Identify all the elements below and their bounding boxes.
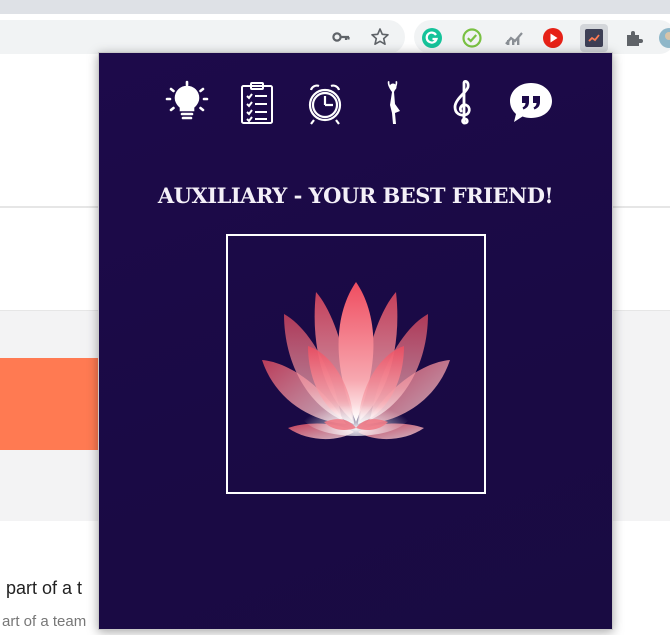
lotus-image-frame bbox=[226, 234, 486, 494]
page-subtext: art of a team bbox=[2, 613, 87, 630]
profile-avatar-icon[interactable] bbox=[658, 27, 670, 49]
chart-icon[interactable] bbox=[503, 27, 525, 49]
alarm-clock-icon[interactable] bbox=[301, 79, 349, 127]
yoga-pose-icon[interactable] bbox=[371, 79, 419, 127]
check-circle-icon[interactable] bbox=[461, 27, 483, 49]
quote-bubble-icon[interactable] bbox=[507, 79, 555, 127]
auxiliary-extension-icon[interactable] bbox=[580, 24, 608, 52]
clipboard-checklist-icon[interactable] bbox=[233, 79, 281, 127]
star-icon[interactable] bbox=[370, 27, 390, 47]
page-banner bbox=[0, 358, 100, 450]
treble-clef-icon[interactable] bbox=[439, 79, 487, 127]
puzzle-icon[interactable] bbox=[623, 27, 645, 49]
grammarly-icon[interactable] bbox=[421, 27, 443, 49]
extension-popup: AUXILIARY - YOUR BEST FRIEND! bbox=[98, 52, 613, 630]
lotus-image bbox=[262, 282, 450, 440]
play-icon[interactable] bbox=[542, 27, 564, 49]
key-icon[interactable] bbox=[331, 27, 351, 47]
address-bar[interactable] bbox=[0, 20, 405, 54]
extensions-area bbox=[414, 20, 670, 54]
page-heading: part of a t bbox=[6, 578, 83, 598]
tab-strip bbox=[0, 0, 670, 14]
lightbulb-icon[interactable] bbox=[163, 79, 211, 127]
popup-title: AUXILIARY - YOUR BEST FRIEND! bbox=[157, 183, 554, 208]
